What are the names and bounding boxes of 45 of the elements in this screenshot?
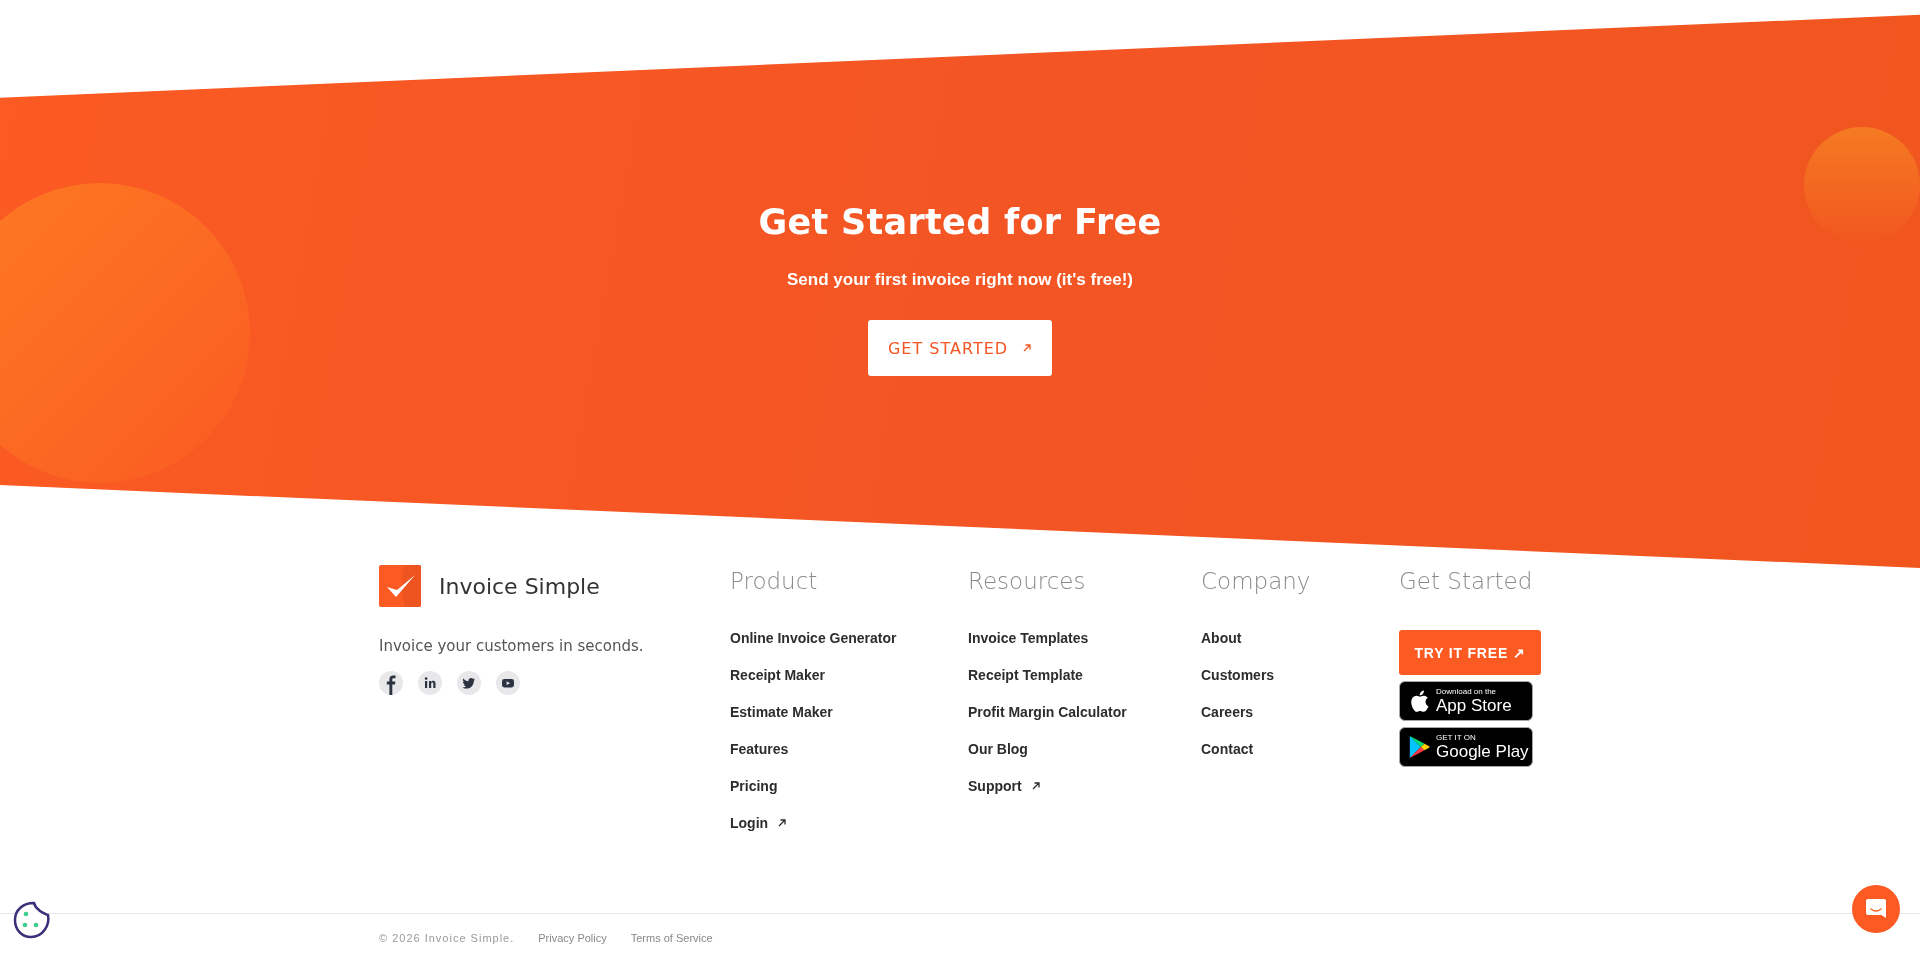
column-heading: Company [1201,568,1312,594]
column-heading: Resources [968,568,1087,594]
arrow-icon [1022,343,1033,353]
footer-link[interactable]: Estimate Maker [730,704,833,720]
arrow-icon [777,818,788,828]
column-heading: Product [730,568,819,594]
copyright: © 2026 Invoice Simple. [379,932,515,944]
brand-name[interactable]: Invoice Simple [439,573,600,599]
footer-link[interactable]: Login [730,815,788,831]
chat-bubble-icon [1865,898,1887,920]
cookie-icon[interactable] [12,900,52,940]
chat-button[interactable] [1852,885,1900,933]
footer-link[interactable]: Pricing [730,778,778,794]
legal-link[interactable]: Privacy Policy [538,932,607,944]
apple-icon [1408,689,1430,713]
footer-link[interactable]: Receipt Template [968,667,1083,683]
footer-link[interactable]: Contact [1201,741,1254,757]
video-play-icon[interactable] [496,671,520,695]
facebook-icon[interactable] [379,671,403,695]
store-name: Google Play [1436,743,1529,760]
play-triangle-icon [1408,735,1430,759]
badge-caption: GET IT ON [1436,734,1477,742]
store-badge[interactable]: GET IT ON Google Play [1399,727,1533,767]
footer-link[interactable]: Support [968,778,1041,794]
store-name: App Store [1436,697,1512,714]
bird-icon[interactable] [457,671,481,695]
hero-subtitle: Send your first invoice right now (it's free!) [787,270,1133,290]
footer-link[interactable]: Profit Margin Calculator [968,704,1127,720]
footer-link[interactable]: Our Blog [968,741,1028,757]
column-heading: Get Started [1399,568,1534,594]
footer-link[interactable]: Features [730,741,789,757]
footer-link[interactable]: Invoice Templates [968,630,1089,646]
legal-link[interactable]: Terms of Service [630,932,713,944]
store-badge[interactable]: Download on the App Store [1399,681,1533,721]
footer-link[interactable]: Careers [1201,704,1254,720]
badge-caption: Download on the [1436,688,1498,696]
linkedin-icon[interactable] [418,671,442,695]
footer-link[interactable]: About [1201,630,1242,646]
tagline: Invoice your customers in seconds. [379,637,645,655]
footer-link[interactable]: Customers [1201,667,1275,683]
footer-link[interactable]: Online Invoice Generator [730,630,897,646]
hero-title: Get Started for Free [758,202,1162,242]
footer-link[interactable]: Receipt Maker [730,667,825,683]
arrow-icon [1030,781,1041,791]
checkmark-logo-icon[interactable] [379,565,421,607]
